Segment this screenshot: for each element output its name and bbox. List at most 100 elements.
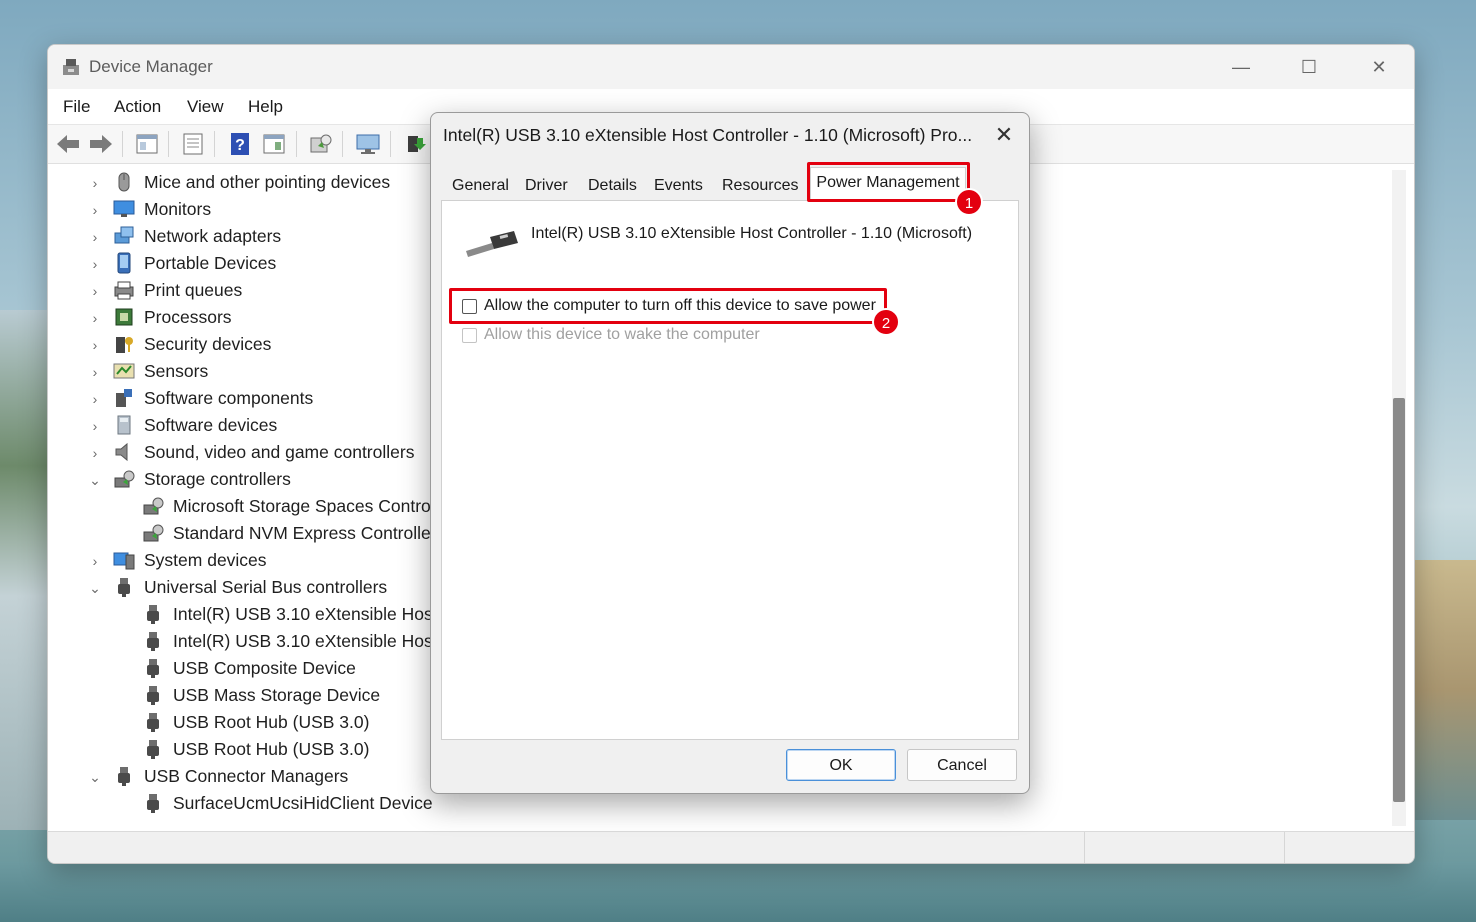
tree-item-label[interactable]: Mice and other pointing devices	[144, 172, 390, 193]
ok-button[interactable]: OK	[786, 749, 896, 781]
tree-item-label[interactable]: USB Root Hub (USB 3.0)	[173, 712, 369, 733]
tree-item-label[interactable]: Sensors	[144, 361, 208, 382]
chevron-down-icon[interactable]: ⌄	[88, 469, 102, 491]
chevron-right-icon[interactable]: ›	[88, 172, 102, 194]
tree-item-label[interactable]: Network adapters	[144, 226, 281, 247]
update-driver-icon[interactable]	[404, 132, 430, 156]
tree-item-label[interactable]: Microsoft Storage Spaces Controller	[173, 496, 454, 517]
chevron-right-icon[interactable]: ›	[88, 226, 102, 248]
speaker-icon	[115, 442, 128, 462]
forward-arrow-icon[interactable]	[88, 132, 114, 156]
chevron-right-icon[interactable]: ›	[88, 388, 102, 410]
chevron-right-icon[interactable]: ›	[88, 415, 102, 437]
device-name: Intel(R) USB 3.10 eXtensible Host Contro…	[531, 225, 973, 242]
software-component-icon	[116, 389, 132, 407]
tree-item-label[interactable]: USB Composite Device	[173, 658, 356, 679]
tree-item-label[interactable]: Processors	[144, 307, 232, 328]
chevron-right-icon[interactable]: ›	[88, 307, 102, 329]
minimize-button[interactable]: —	[1218, 51, 1264, 83]
tree-item-label[interactable]: Storage controllers	[144, 469, 291, 490]
tree-item-label[interactable]: SurfaceUcmUcsiHidClient Device	[173, 793, 433, 814]
wallpaper-bottom	[0, 862, 1476, 922]
processor-icon	[115, 308, 133, 326]
system-device-icon	[113, 552, 135, 570]
portable-device-icon	[117, 252, 131, 274]
security-device-icon	[116, 337, 133, 353]
menu-help[interactable]: Help	[248, 97, 283, 117]
usb-icon	[118, 578, 130, 597]
tab-details[interactable]: Details	[588, 173, 637, 201]
properties-dialog: Intel(R) USB 3.10 eXtensible Host Contro…	[430, 112, 1030, 794]
chevron-down-icon[interactable]: ⌄	[88, 766, 102, 788]
close-button[interactable]: ✕	[1356, 51, 1402, 83]
wallpaper-right	[1414, 560, 1476, 820]
chevron-right-icon[interactable]: ›	[88, 199, 102, 221]
show-hide-tree-icon[interactable]	[134, 132, 160, 156]
tab-events[interactable]: Events	[654, 173, 703, 201]
tree-item-label[interactable]: System devices	[144, 550, 267, 571]
tree-item-label[interactable]: Print queues	[144, 280, 242, 301]
power-management-panel: Intel(R) USB 3.10 eXtensible Host Contro…	[441, 200, 1019, 740]
tree-item-label[interactable]: USB Mass Storage Device	[173, 685, 380, 706]
tree-item-label[interactable]: Monitors	[144, 199, 211, 220]
allow-wake-option: Allow this device to wake the computer	[462, 326, 762, 348]
step-badge-2: 2	[872, 308, 900, 336]
tree-item-label[interactable]: Software devices	[144, 415, 277, 436]
tree-item-label[interactable]: Standard NVM Express Controller	[173, 523, 437, 544]
menu-file[interactable]: File	[63, 97, 90, 117]
chevron-down-icon[interactable]: ⌄	[88, 577, 102, 599]
step-badge-1: 1	[955, 188, 983, 216]
tree-item-label[interactable]: USB Connector Managers	[144, 766, 348, 787]
status-bar	[48, 831, 1414, 863]
back-arrow-icon[interactable]	[55, 132, 81, 156]
printer-icon	[114, 281, 134, 300]
view-resource-icon[interactable]	[261, 132, 287, 156]
window-title: Device Manager	[89, 57, 213, 76]
help-icon[interactable]: ?	[227, 132, 253, 156]
maximize-button[interactable]: ☐	[1286, 51, 1332, 83]
storage-controller-icon	[114, 470, 135, 488]
tab-general[interactable]: General	[452, 173, 509, 201]
tree-item-label[interactable]: Portable Devices	[144, 253, 276, 274]
usb-icon	[147, 794, 159, 813]
status-divider	[1084, 832, 1085, 863]
storage-controller-icon	[143, 524, 164, 542]
scrollbar-thumb[interactable]	[1393, 398, 1405, 802]
allow-wake-checkbox	[462, 328, 477, 343]
tab-driver[interactable]: Driver	[525, 173, 568, 201]
status-divider	[1284, 832, 1285, 863]
chevron-right-icon[interactable]: ›	[88, 334, 102, 356]
tree-child-item[interactable]: SurfaceUcmUcsiHidClient Device	[48, 791, 1388, 817]
chevron-right-icon[interactable]: ›	[88, 253, 102, 275]
tree-item-label[interactable]: Universal Serial Bus controllers	[144, 577, 387, 598]
device-manager-icon	[63, 59, 79, 75]
toolbar-separator	[122, 131, 123, 157]
usb-icon	[147, 713, 159, 732]
tree-item-label[interactable]: Security devices	[144, 334, 271, 355]
menu-action[interactable]: Action	[114, 97, 161, 117]
toolbar-separator	[296, 131, 297, 157]
allow-wake-label: Allow this device to wake the computer	[484, 326, 760, 343]
tab-resources[interactable]: Resources	[722, 173, 798, 201]
menu-view[interactable]: View	[187, 97, 224, 117]
toolbar-separator	[214, 131, 215, 157]
monitor-icon	[113, 200, 135, 217]
tree-item-label[interactable]: USB Root Hub (USB 3.0)	[173, 739, 369, 760]
tree-item-label[interactable]: Sound, video and game controllers	[144, 442, 414, 463]
vertical-scrollbar[interactable]	[1392, 170, 1406, 826]
wallpaper-left	[0, 310, 48, 830]
properties-icon[interactable]	[180, 132, 206, 156]
tree-item-label[interactable]: Software components	[144, 388, 313, 409]
chevron-right-icon[interactable]: ›	[88, 280, 102, 302]
network-adapter-icon	[114, 226, 134, 244]
chevron-right-icon[interactable]: ›	[88, 442, 102, 464]
chevron-right-icon[interactable]: ›	[88, 550, 102, 572]
dialog-close-button[interactable]: ✕	[987, 119, 1021, 151]
title-bar[interactable]: Device Manager — ☐ ✕	[48, 45, 1414, 89]
scan-hardware-icon[interactable]	[308, 132, 334, 156]
chevron-right-icon[interactable]: ›	[88, 361, 102, 383]
svg-text:?: ?	[235, 137, 245, 154]
cancel-button[interactable]: Cancel	[907, 749, 1017, 781]
display-icon[interactable]	[355, 132, 381, 156]
sensor-icon	[113, 363, 135, 379]
